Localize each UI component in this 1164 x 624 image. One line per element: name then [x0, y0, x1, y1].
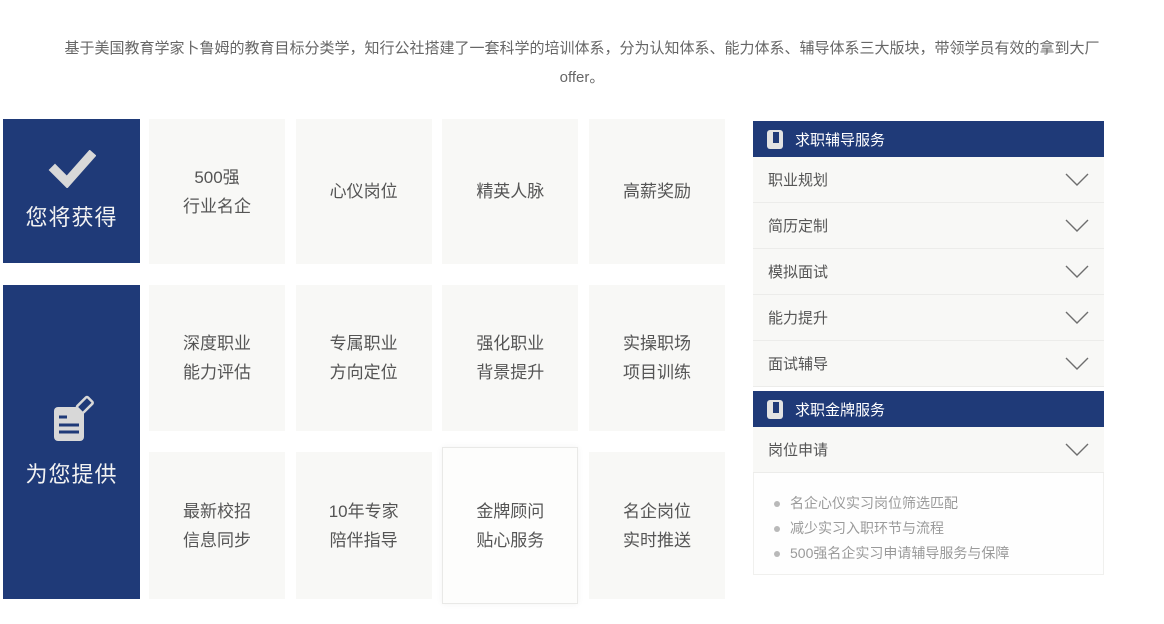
benefit-card-ability-assessment[interactable]: 深度职业 能力评估 [149, 285, 285, 431]
we-provide-label: 为您提供 [25, 457, 117, 489]
service-item-label: 简历定制 [768, 215, 828, 236]
benefit-card-ideal-position[interactable]: 心仪岗位 [296, 119, 432, 264]
card-line: 贴心服务 [476, 526, 544, 555]
service-item-career-planning[interactable]: 职业规划 [753, 157, 1104, 203]
we-provide-panel: 为您提供 [3, 285, 140, 599]
benefit-card-elite-network[interactable]: 精英人脉 [442, 119, 578, 264]
card-line: 深度职业 [183, 329, 251, 358]
card-line: 实操职场 [623, 329, 691, 358]
book-icon [767, 130, 783, 149]
gold-services-panel: 求职金牌服务 岗位申请 [753, 391, 1104, 473]
service-item-label: 职业规划 [768, 169, 828, 190]
service-item-label: 岗位申请 [768, 439, 828, 460]
intro-line2: offer。 [0, 63, 1164, 92]
gold-services-bullet-list: 名企心仪实习岗位筛选匹配 减少实习入职环节与流程 500强名企实习申请辅导服务与… [753, 473, 1104, 575]
benefit-card-job-push[interactable]: 名企岗位 实时推送 [589, 452, 725, 599]
benefit-row-3: 最新校招 信息同步 10年专家 陪伴指导 金牌顾问 贴心服务 名企岗位 实时推送 [149, 452, 725, 604]
gold-service-bullet: 500强名企实习申请辅导服务与保障 [772, 541, 1085, 566]
card-line: 10年专家 [329, 497, 399, 526]
chevron-down-icon [1065, 311, 1089, 324]
card-line: 金牌顾问 [476, 497, 544, 526]
card-line: 实时推送 [623, 526, 691, 555]
gold-services-header: 求职金牌服务 [753, 391, 1104, 427]
benefit-card-gold-consultant[interactable]: 金牌顾问 贴心服务 [442, 447, 578, 604]
service-item-label: 模拟面试 [768, 261, 828, 282]
benefit-card-expert-guidance[interactable]: 10年专家 陪伴指导 [296, 452, 432, 599]
intro-line1: 基于美国教育学家卜鲁姆的教育目标分类学，知行公社搭建了一套科学的培训体系，分为认… [0, 34, 1164, 63]
card-line: 精英人脉 [476, 177, 544, 206]
service-item-ability-improvement[interactable]: 能力提升 [753, 295, 1104, 341]
card-line: 心仪岗位 [330, 177, 398, 206]
gold-service-bullet: 减少实习入职环节与流程 [772, 516, 1085, 541]
gold-services-title: 求职金牌服务 [795, 399, 885, 420]
benefit-card-career-positioning[interactable]: 专属职业 方向定位 [296, 285, 432, 431]
check-icon [48, 150, 96, 188]
chevron-down-icon [1065, 219, 1089, 232]
card-line: 能力评估 [183, 358, 251, 387]
gold-service-bullet: 名企心仪实习岗位筛选匹配 [772, 491, 1085, 516]
card-line: 500强 [194, 163, 239, 192]
service-item-job-application[interactable]: 岗位申请 [753, 427, 1104, 473]
chevron-down-icon [1065, 173, 1089, 186]
chevron-down-icon [1065, 265, 1089, 278]
benefit-card-500-companies[interactable]: 500强 行业名企 [149, 119, 285, 264]
page: 基于美国教育学家卜鲁姆的教育目标分类学，知行公社搭建了一套科学的培训体系，分为认… [0, 0, 1164, 624]
service-item-interview-coaching[interactable]: 面试辅导 [753, 341, 1104, 387]
benefit-row-2: 深度职业 能力评估 专属职业 方向定位 强化职业 背景提升 实操职场 项目训练 [149, 285, 725, 431]
card-line: 陪伴指导 [330, 526, 398, 555]
benefit-card-project-training[interactable]: 实操职场 项目训练 [589, 285, 725, 431]
card-line: 背景提升 [476, 358, 544, 387]
service-item-mock-interview[interactable]: 模拟面试 [753, 249, 1104, 295]
service-item-label: 能力提升 [768, 307, 828, 328]
card-line: 行业名企 [183, 192, 251, 221]
card-line: 专属职业 [330, 329, 398, 358]
benefit-card-high-salary[interactable]: 高薪奖励 [589, 119, 725, 264]
service-item-label: 面试辅导 [768, 353, 828, 374]
card-line: 高薪奖励 [623, 177, 691, 206]
you-will-gain-label: 您将获得 [25, 200, 117, 232]
you-will-gain-panel: 您将获得 [3, 119, 140, 263]
card-line: 方向定位 [330, 358, 398, 387]
card-line: 名企岗位 [623, 497, 691, 526]
coaching-services-header: 求职辅导服务 [753, 121, 1104, 157]
benefit-card-campus-recruit-sync[interactable]: 最新校招 信息同步 [149, 452, 285, 599]
chevron-down-icon [1065, 443, 1089, 456]
benefit-card-background-boost[interactable]: 强化职业 背景提升 [442, 285, 578, 431]
service-item-resume-customization[interactable]: 简历定制 [753, 203, 1104, 249]
card-line: 最新校招 [183, 497, 251, 526]
edit-doc-icon [48, 395, 96, 445]
coaching-services-title: 求职辅导服务 [795, 129, 885, 150]
card-line: 强化职业 [476, 329, 544, 358]
benefit-row-1: 500强 行业名企 心仪岗位 精英人脉 高薪奖励 [149, 119, 725, 264]
card-line: 项目训练 [623, 358, 691, 387]
chevron-down-icon [1065, 357, 1089, 370]
coaching-services-panel: 求职辅导服务 职业规划 简历定制 模拟面试 能力提升 面试辅导 [753, 121, 1104, 387]
card-line: 信息同步 [183, 526, 251, 555]
book-icon [767, 400, 783, 419]
intro-paragraph: 基于美国教育学家卜鲁姆的教育目标分类学，知行公社搭建了一套科学的培训体系，分为认… [0, 34, 1164, 92]
